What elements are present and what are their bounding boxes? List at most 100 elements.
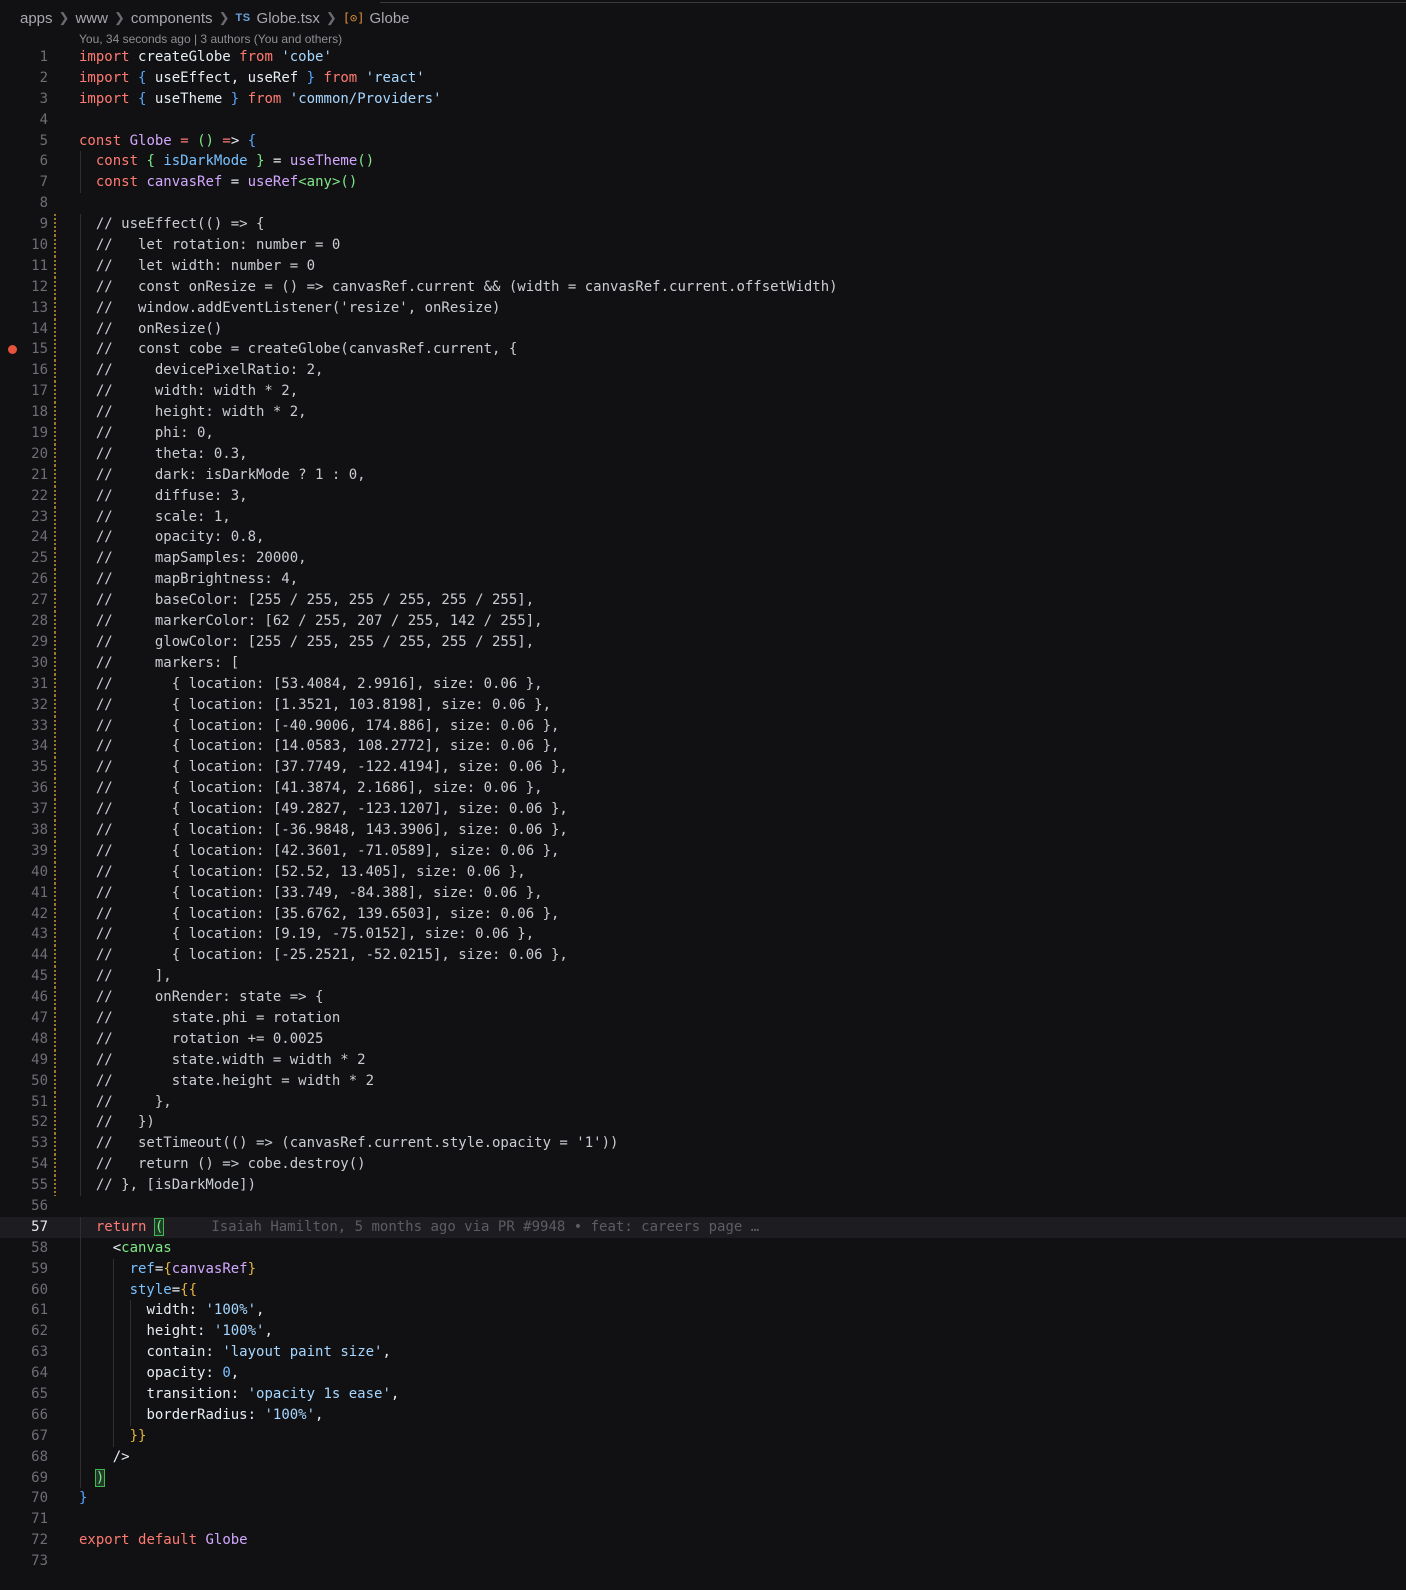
line-number[interactable]: 71	[0, 1509, 48, 1530]
code-text[interactable]: return (Isaiah Hamilton, 5 months ago vi…	[79, 1217, 759, 1238]
code-line[interactable]: 67 }}	[0, 1425, 1406, 1447]
code-line[interactable]: 2 import { useEffect, useRef } from 'reac…	[0, 68, 1406, 89]
code-text[interactable]: />	[79, 1447, 130, 1468]
code-text[interactable]: // rotation += 0.0025	[79, 1029, 324, 1050]
line-number[interactable]: 39	[0, 841, 48, 862]
code-text[interactable]: // state.phi = rotation	[79, 1008, 340, 1029]
line-number[interactable]: 9	[0, 214, 48, 235]
code-line[interactable]: 45 // ],	[0, 966, 1406, 988]
line-number[interactable]: 3	[0, 89, 48, 110]
code-line[interactable]: 27 // baseColor: [255 / 255, 255 / 255, …	[0, 590, 1406, 612]
line-number[interactable]: 41	[0, 883, 48, 904]
line-number[interactable]: 26	[0, 569, 48, 590]
git-modified-indicator[interactable]	[54, 423, 56, 444]
git-modified-indicator[interactable]	[54, 861, 56, 883]
line-number[interactable]: 10	[0, 235, 48, 256]
code-line[interactable]: 63 contain: 'layout paint size',	[0, 1342, 1406, 1364]
code-text[interactable]: // },	[79, 1092, 172, 1113]
code-line[interactable]: 14 // onResize()	[0, 318, 1406, 340]
code-text[interactable]: const canvasRef = useRef<any>()	[79, 172, 357, 193]
code-text[interactable]: // { location: [-40.9006, 174.886], size…	[79, 716, 560, 737]
code-line[interactable]: 6 const { isDarkMode } = useTheme()	[0, 151, 1406, 173]
git-modified-indicator[interactable]	[54, 631, 56, 653]
code-text[interactable]: // height: width * 2,	[79, 402, 307, 423]
code-text[interactable]: contain: 'layout paint size',	[79, 1342, 390, 1363]
git-modified-indicator[interactable]	[54, 506, 56, 528]
git-modified-indicator[interactable]	[54, 882, 56, 904]
code-line[interactable]: 71	[0, 1509, 1406, 1530]
code-text[interactable]: // })	[79, 1112, 155, 1133]
code-line[interactable]: 58 <canvas	[0, 1237, 1406, 1259]
git-modified-indicator[interactable]	[54, 1070, 56, 1092]
code-text[interactable]: // diffuse: 3,	[79, 486, 248, 507]
code-line[interactable]: 42 // { location: [35.6762, 139.6503], s…	[0, 903, 1406, 925]
line-number[interactable]: 23	[0, 507, 48, 528]
line-number[interactable]: 45	[0, 966, 48, 987]
code-text[interactable]: // { location: [35.6762, 139.6503], size…	[79, 904, 560, 925]
line-number[interactable]: 59	[0, 1259, 48, 1280]
code-editor[interactable]: 1 import createGlobe from 'cobe' 2 import {…	[0, 47, 1406, 1572]
line-number[interactable]: 58	[0, 1238, 48, 1259]
git-modified-indicator[interactable]	[54, 402, 56, 424]
code-line[interactable]: 30 // markers: [	[0, 652, 1406, 674]
git-modified-indicator[interactable]	[54, 1028, 56, 1050]
line-number[interactable]: 34	[0, 736, 48, 757]
code-line[interactable]: 44 // { location: [-25.2521, -52.0215], …	[0, 945, 1406, 967]
code-text[interactable]: // { location: [49.2827, -123.1207], siz…	[79, 799, 568, 820]
code-line[interactable]: 3 import { useTheme } from 'common/Provid…	[0, 89, 1406, 110]
git-modified-indicator[interactable]	[54, 360, 56, 382]
code-text[interactable]: // onResize()	[79, 319, 222, 340]
code-text[interactable]: // ],	[79, 966, 172, 987]
code-line[interactable]: 68 />	[0, 1446, 1406, 1468]
code-line[interactable]: 60 style={{	[0, 1279, 1406, 1301]
code-text[interactable]: // { location: [1.3521, 103.8198], size:…	[79, 695, 551, 716]
code-line[interactable]: 4	[0, 110, 1406, 131]
code-line[interactable]: 41 // { location: [33.749, -84.388], siz…	[0, 882, 1406, 904]
code-line[interactable]: 54 // return () => cobe.destroy()	[0, 1154, 1406, 1176]
code-text[interactable]: // return () => cobe.destroy()	[79, 1154, 366, 1175]
code-text[interactable]: // { location: [14.0583, 108.2772], size…	[79, 736, 560, 757]
code-text[interactable]: // window.addEventListener('resize', onR…	[79, 298, 501, 319]
line-number[interactable]: 6	[0, 151, 48, 172]
code-text[interactable]: // }, [isDarkMode])	[79, 1175, 256, 1196]
line-number[interactable]: 37	[0, 799, 48, 820]
line-number[interactable]: 36	[0, 778, 48, 799]
line-number[interactable]: 18	[0, 402, 48, 423]
git-modified-indicator[interactable]	[54, 799, 56, 820]
line-number[interactable]: 67	[0, 1426, 48, 1447]
code-text[interactable]: // markerColor: [62 / 255, 207 / 255, 14…	[79, 611, 543, 632]
git-modified-indicator[interactable]	[54, 276, 56, 298]
code-line[interactable]: 23 // scale: 1,	[0, 506, 1406, 528]
breadcrumb-item-file[interactable]: Globe.tsx	[257, 10, 320, 27]
line-number[interactable]: 48	[0, 1029, 48, 1050]
line-number[interactable]: 62	[0, 1321, 48, 1342]
git-modified-indicator[interactable]	[54, 443, 56, 465]
line-number[interactable]: 73	[0, 1551, 48, 1572]
code-line[interactable]: 18 // height: width * 2,	[0, 402, 1406, 424]
line-number[interactable]: 49	[0, 1050, 48, 1071]
code-text[interactable]: // state.height = width * 2	[79, 1071, 374, 1092]
code-text[interactable]: // baseColor: [255 / 255, 255 / 255, 255…	[79, 590, 534, 611]
git-modified-indicator[interactable]	[54, 297, 56, 319]
code-line[interactable]: 29 // glowColor: [255 / 255, 255 / 255, …	[0, 631, 1406, 653]
code-text[interactable]: // { location: [41.3874, 2.1686], size: …	[79, 778, 543, 799]
code-line[interactable]: 70}	[0, 1488, 1406, 1509]
code-text[interactable]: // { location: [42.3601, -71.0589], size…	[79, 841, 560, 862]
code-text[interactable]: opacity: 0,	[79, 1363, 239, 1384]
git-modified-indicator[interactable]	[54, 987, 56, 1008]
code-line[interactable]: 16 // devicePixelRatio: 2,	[0, 360, 1406, 382]
code-line[interactable]: 33 // { location: [-40.9006, 174.886], s…	[0, 715, 1406, 737]
git-modified-indicator[interactable]	[54, 840, 56, 862]
line-number[interactable]: 65	[0, 1384, 48, 1405]
code-text[interactable]: width: '100%',	[79, 1300, 264, 1321]
line-number[interactable]: 72	[0, 1530, 48, 1551]
code-text[interactable]: // theta: 0.3,	[79, 444, 248, 465]
git-modified-indicator[interactable]	[54, 966, 56, 988]
code-line[interactable]: 69 )	[0, 1467, 1406, 1489]
line-number[interactable]: 69	[0, 1468, 48, 1489]
code-text[interactable]: }	[79, 1488, 87, 1509]
code-text[interactable]: // let width: number = 0	[79, 256, 315, 277]
code-line[interactable]: 13 // window.addEventListener('resize', …	[0, 297, 1406, 319]
git-modified-indicator[interactable]	[54, 778, 56, 800]
code-line[interactable]: 15 // const cobe = createGlobe(canvasRef…	[0, 339, 1406, 361]
